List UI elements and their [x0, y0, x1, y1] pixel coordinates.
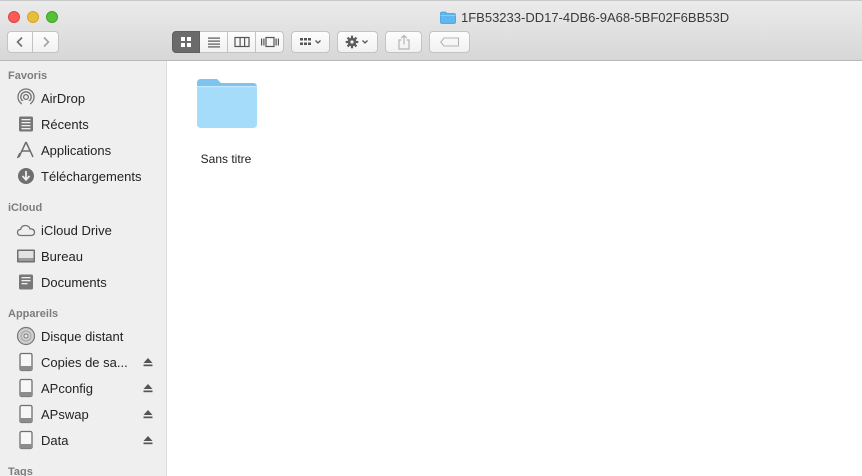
- sidebar-item-label: APswap: [41, 406, 89, 422]
- sidebar-item-label: iCloud Drive: [41, 222, 112, 238]
- back-button[interactable]: [7, 31, 33, 53]
- sidebar-item-label: AirDrop: [41, 90, 86, 106]
- tag-icon: [439, 37, 459, 47]
- close-window-button[interactable]: [8, 11, 20, 23]
- action-button[interactable]: [337, 31, 378, 53]
- forward-button[interactable]: [33, 31, 59, 53]
- sidebar-section-icloud: iCloud: [8, 202, 43, 214]
- folder-icon: [440, 11, 456, 24]
- sidebar-item-applications[interactable]: Applications: [0, 138, 166, 162]
- drive-icon: [16, 404, 36, 424]
- chevron-left-icon: [16, 36, 23, 48]
- sidebar-item-label: Récents: [41, 116, 89, 132]
- icon-view-button[interactable]: [172, 31, 200, 53]
- sidebar-section-favorites: Favoris: [8, 70, 48, 82]
- navigation-buttons: [7, 31, 59, 53]
- window-title-bar: 1FB53233-DD17-4DB6-9A68-5BF02F6BB53D: [440, 8, 729, 26]
- icon-grid-icon: [181, 37, 191, 47]
- sidebar-item-downloads[interactable]: Téléchargements: [0, 164, 166, 188]
- sidebar-item-label: Data: [41, 432, 69, 448]
- cover-flow-icon: [260, 36, 279, 48]
- eject-icon[interactable]: [142, 382, 154, 394]
- list-icon: [207, 37, 220, 48]
- sidebar-item-apswap[interactable]: APswap: [0, 402, 166, 426]
- arrange-button[interactable]: [291, 31, 330, 53]
- file-browser-content: Sans titre: [168, 61, 862, 476]
- cloud-icon: [16, 220, 36, 240]
- recents-icon: [16, 114, 36, 134]
- eject-icon[interactable]: [142, 356, 154, 368]
- gear-icon: [345, 35, 368, 49]
- sidebar-item-data[interactable]: Data: [0, 428, 166, 452]
- column-view-button[interactable]: [228, 31, 256, 53]
- sidebar: Favoris AirDrop Récents Applications Tél…: [0, 61, 167, 476]
- sidebar-item-label: Bureau: [41, 248, 83, 264]
- drive-icon: [16, 352, 36, 372]
- desktop-icon: [16, 246, 36, 266]
- sidebar-item-label: APconfig: [41, 380, 94, 396]
- sidebar-item-label: Documents: [41, 274, 107, 290]
- sidebar-item-recents[interactable]: Récents: [0, 112, 166, 136]
- list-view-button[interactable]: [200, 31, 228, 53]
- downloads-icon: [16, 166, 36, 186]
- sidebar-item-label: Copies de sa...: [41, 354, 128, 370]
- eject-icon[interactable]: [142, 434, 154, 446]
- folder-icon: [197, 79, 257, 128]
- window-title: 1FB53233-DD17-4DB6-9A68-5BF02F6BB53D: [461, 9, 730, 25]
- sidebar-item-airdrop[interactable]: AirDrop: [0, 86, 166, 110]
- minimize-window-button[interactable]: [27, 11, 39, 23]
- sidebar-item-apconfig[interactable]: APconfig: [0, 376, 166, 400]
- sidebar-item-label: Applications: [41, 142, 112, 158]
- folder-label: Sans titre: [200, 152, 252, 166]
- eject-icon[interactable]: [142, 408, 154, 420]
- applications-icon: [16, 140, 36, 160]
- sidebar-section-tags: Tags: [8, 466, 33, 476]
- sidebar-item-documents[interactable]: Documents: [0, 270, 166, 294]
- cover-flow-view-button[interactable]: [256, 31, 284, 53]
- drive-icon: [16, 430, 36, 450]
- sidebar-item-label: Disque distant: [41, 328, 124, 344]
- folder-item[interactable]: Sans titre: [192, 73, 260, 173]
- share-button[interactable]: [385, 31, 422, 53]
- sidebar-item-bureau[interactable]: Bureau: [0, 244, 166, 268]
- view-mode-selector: [172, 31, 284, 53]
- share-icon: [397, 34, 410, 50]
- zoom-window-button[interactable]: [46, 11, 58, 23]
- airdrop-icon: [16, 88, 36, 108]
- sidebar-section-devices: Appareils: [8, 308, 59, 320]
- toolbar: 1FB53233-DD17-4DB6-9A68-5BF02F6BB53D: [0, 0, 862, 61]
- columns-icon: [233, 36, 250, 48]
- toolbar-top-border: [0, 0, 862, 1]
- edit-tags-button[interactable]: [429, 31, 470, 53]
- arrange-grid-icon: [299, 38, 321, 45]
- chevron-right-icon: [42, 36, 50, 48]
- sidebar-item-copies[interactable]: Copies de sa...: [0, 350, 166, 374]
- drive-icon: [16, 378, 36, 398]
- sidebar-item-disque-distant[interactable]: Disque distant: [0, 324, 166, 348]
- documents-icon: [16, 272, 36, 292]
- sidebar-item-icloud-drive[interactable]: iCloud Drive: [0, 218, 166, 242]
- sidebar-item-label: Téléchargements: [41, 168, 142, 184]
- optical-disc-icon: [16, 326, 36, 346]
